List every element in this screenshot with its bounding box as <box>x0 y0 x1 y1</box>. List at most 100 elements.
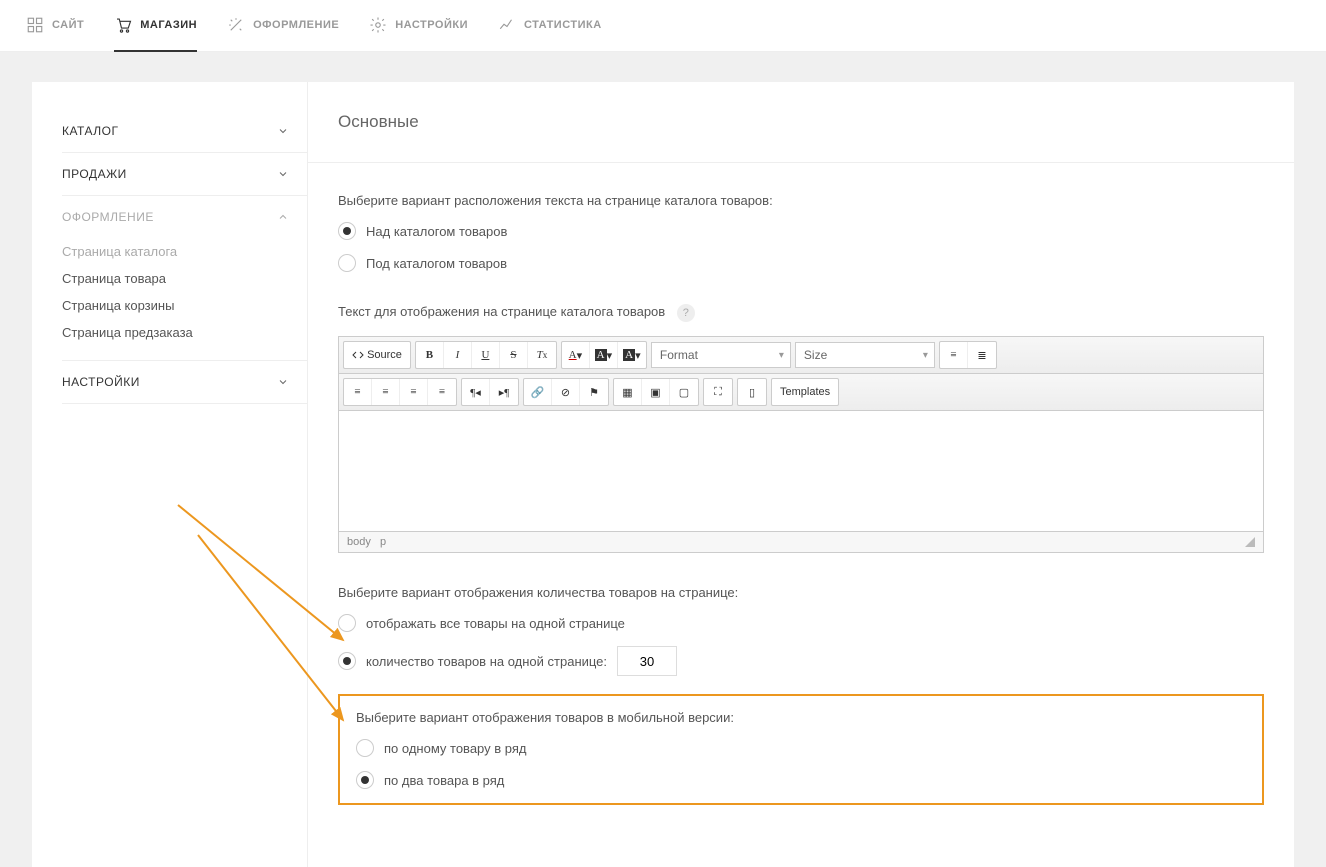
align-left-button[interactable]: ≡ <box>344 379 372 405</box>
page-button[interactable]: ▯ <box>738 379 766 405</box>
bold-button[interactable]: B <box>416 342 444 368</box>
radio-row-per-page[interactable]: количество товаров на одной странице: <box>338 646 1264 676</box>
radio-mobile-two[interactable] <box>356 771 374 789</box>
code-icon <box>352 349 364 361</box>
rtl-button[interactable]: ▸¶ <box>490 379 518 405</box>
catalog-text-block: Текст для отображения на странице катало… <box>338 304 1264 553</box>
radio-mobile-one[interactable] <box>356 739 374 757</box>
page-container: КАТАЛОГ ПРОДАЖИ ОФОРМЛЕНИЕ Страница ката… <box>32 82 1294 867</box>
chevron-up-icon <box>277 211 289 223</box>
sidebar-label: КАТАЛОГ <box>62 124 118 138</box>
nav-stats[interactable]: СТАТИСТИКА <box>498 0 602 52</box>
content-area: Основные Выберите вариант расположения т… <box>307 82 1294 867</box>
radio-row-above[interactable]: Над каталогом товаров <box>338 222 1264 240</box>
radio-per-page[interactable] <box>338 652 356 670</box>
align-right-button[interactable]: ≡ <box>400 379 428 405</box>
sidebar-section-settings: НАСТРОЙКИ <box>62 361 307 404</box>
templates-button[interactable]: Templates <box>772 379 838 405</box>
source-label: Source <box>367 349 402 361</box>
page-title: Основные <box>338 112 1264 132</box>
radio-all[interactable] <box>338 614 356 632</box>
cart-icon <box>114 16 132 34</box>
qty-input[interactable] <box>617 646 677 676</box>
nav-label: НАСТРОЙКИ <box>395 19 468 31</box>
radio-label: количество товаров на одной странице: <box>366 654 607 669</box>
sidebar-subitems: Страница каталога Страница товара Страни… <box>62 238 307 346</box>
editor-toolbar-row1: Source B I U S Tx A▾ A▾ <box>339 337 1263 374</box>
nav-design[interactable]: ОФОРМЛЕНИЕ <box>227 0 339 52</box>
radio-label: по два товара в ряд <box>384 773 504 788</box>
sidebar-section-sales: ПРОДАЖИ <box>62 153 307 196</box>
grid-icon <box>26 16 44 34</box>
radio-row-mobile-one[interactable]: по одному товару в ряд <box>356 739 1246 757</box>
radio-label: Над каталогом товаров <box>366 224 507 239</box>
radio-label: по одному товару в ряд <box>384 741 526 756</box>
size-select[interactable]: Size <box>795 342 935 368</box>
help-icon[interactable]: ? <box>677 304 695 322</box>
path-body: body <box>347 536 371 548</box>
numbered-list-button[interactable]: ≡ <box>940 342 968 368</box>
anchor-button[interactable]: ⚑ <box>580 379 608 405</box>
unlink-button[interactable]: ⊘ <box>552 379 580 405</box>
image-button[interactable]: ▣ <box>642 379 670 405</box>
nav-shop[interactable]: МАГАЗИН <box>114 0 197 52</box>
sidebar-section-catalog: КАТАЛОГ <box>62 110 307 153</box>
sidebar-item-cart-page[interactable]: Страница корзины <box>62 292 307 319</box>
styles-button[interactable]: A▾ <box>618 342 646 368</box>
editor-body[interactable] <box>339 411 1263 531</box>
maximize-button[interactable]: ⛶ <box>704 379 732 405</box>
chevron-down-icon <box>277 168 289 180</box>
italic-button[interactable]: I <box>444 342 472 368</box>
nav-settings[interactable]: НАСТРОЙКИ <box>369 0 468 52</box>
nav-site[interactable]: САЙТ <box>26 0 84 52</box>
radio-above[interactable] <box>338 222 356 240</box>
strike-button[interactable]: S <box>500 342 528 368</box>
radio-below[interactable] <box>338 254 356 272</box>
text-color-button[interactable]: A▾ <box>562 342 590 368</box>
iframe-button[interactable]: ▢ <box>670 379 698 405</box>
field-label: Выберите вариант отображения количества … <box>338 585 1264 600</box>
editor-path[interactable]: body p <box>347 536 386 548</box>
ltr-button[interactable]: ¶◂ <box>462 379 490 405</box>
source-button[interactable]: Source <box>344 342 410 368</box>
radio-label: Под каталогом товаров <box>366 256 507 271</box>
radio-row-below[interactable]: Под каталогом товаров <box>338 254 1264 272</box>
nav-label: ОФОРМЛЕНИЕ <box>253 19 339 31</box>
wand-icon <box>227 16 245 34</box>
underline-button[interactable]: U <box>472 342 500 368</box>
resize-handle[interactable] <box>1245 537 1255 547</box>
qty-block: Выберите вариант отображения количества … <box>338 585 1264 805</box>
sidebar-header-catalog[interactable]: КАТАЛОГ <box>62 124 307 138</box>
text-position-block: Выберите вариант расположения текста на … <box>338 193 1264 272</box>
sidebar-label: ОФОРМЛЕНИЕ <box>62 210 154 224</box>
radio-row-mobile-two[interactable]: по два товара в ряд <box>356 771 1246 789</box>
field-label: Выберите вариант отображения товаров в м… <box>356 710 1246 725</box>
nav-label: МАГАЗИН <box>140 19 197 31</box>
top-navigation: САЙТ МАГАЗИН ОФОРМЛЕНИЕ НАСТРОЙКИ СТАТИС… <box>0 0 1326 52</box>
sidebar-header-design[interactable]: ОФОРМЛЕНИЕ <box>62 210 307 224</box>
sidebar-item-product-page[interactable]: Страница товара <box>62 265 307 292</box>
bg-color-button[interactable]: A▾ <box>590 342 618 368</box>
nav-label: СТАТИСТИКА <box>524 19 602 31</box>
sidebar-label: ПРОДАЖИ <box>62 167 127 181</box>
sidebar-header-sales[interactable]: ПРОДАЖИ <box>62 167 307 181</box>
align-justify-button[interactable]: ≡ <box>428 379 456 405</box>
sidebar-label: НАСТРОЙКИ <box>62 375 140 389</box>
sidebar-header-settings[interactable]: НАСТРОЙКИ <box>62 375 307 389</box>
sidebar-item-catalog-page[interactable]: Страница каталога <box>62 238 307 265</box>
field-label: Текст для отображения на странице катало… <box>338 304 1264 322</box>
radio-row-all[interactable]: отображать все товары на одной странице <box>338 614 1264 632</box>
gear-icon <box>369 16 387 34</box>
align-center-button[interactable]: ≡ <box>372 379 400 405</box>
bullet-list-button[interactable]: ≣ <box>968 342 996 368</box>
table-button[interactable]: ▦ <box>614 379 642 405</box>
link-button[interactable]: 🔗 <box>524 379 552 405</box>
radio-label: отображать все товары на одной странице <box>366 616 625 631</box>
remove-format-button[interactable]: Tx <box>528 342 556 368</box>
chart-icon <box>498 16 516 34</box>
path-p: p <box>380 536 386 548</box>
mobile-highlight-box: Выберите вариант отображения товаров в м… <box>338 694 1264 805</box>
format-select[interactable]: Format <box>651 342 791 368</box>
sidebar-item-preorder-page[interactable]: Страница предзаказа <box>62 319 307 346</box>
field-label: Выберите вариант расположения текста на … <box>338 193 1264 208</box>
